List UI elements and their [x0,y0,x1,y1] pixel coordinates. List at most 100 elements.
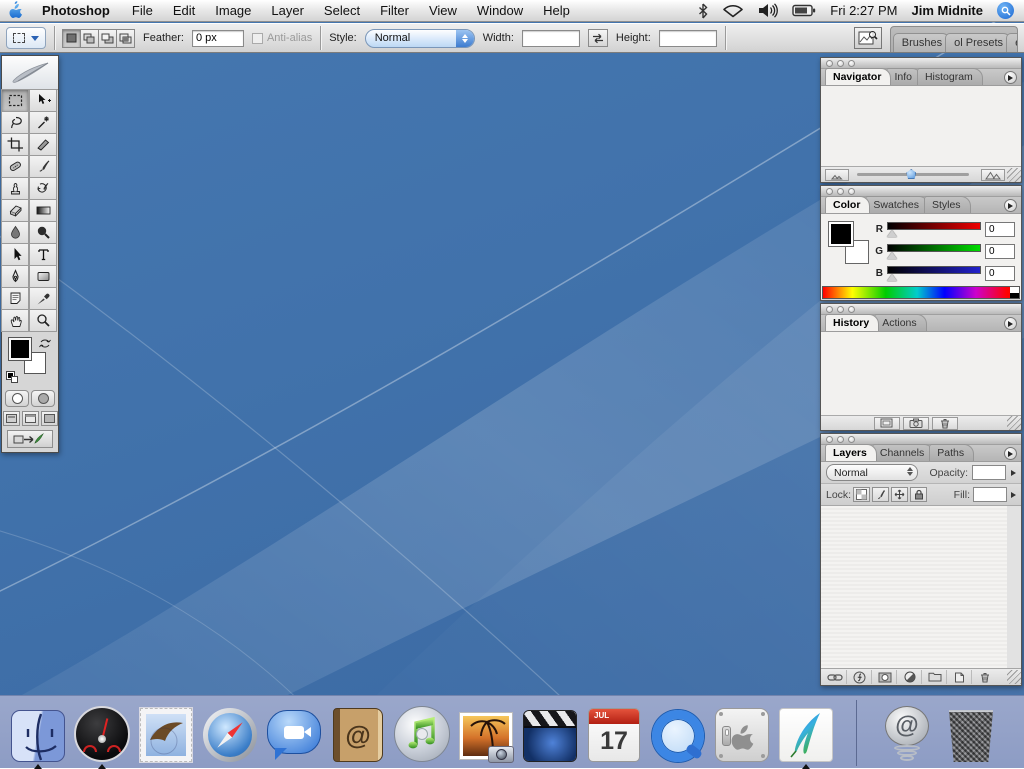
dock-itunes-icon[interactable] [394,706,450,764]
blue-value-input[interactable] [985,266,1015,281]
tool-pen[interactable] [1,265,29,288]
dock-weblocation-icon[interactable]: @ [879,706,935,764]
width-input[interactable] [522,30,580,47]
tab-channels[interactable]: Channels [872,444,934,461]
tool-path-selection[interactable] [1,243,29,266]
adjustment-layer-button[interactable] [898,670,922,684]
tool-crop[interactable] [1,133,29,156]
new-selection-button[interactable] [62,29,81,48]
intersect-selection-button[interactable] [116,29,135,48]
menu-window[interactable]: Window [467,3,533,18]
file-browser-button[interactable] [854,27,882,49]
new-layer-button[interactable] [948,670,972,684]
lock-transparency-button[interactable] [853,487,870,502]
color-spectrum-ramp[interactable] [822,286,1020,299]
tool-dodge[interactable] [29,221,57,244]
bluetooth-icon[interactable] [698,3,708,19]
lock-position-button[interactable] [891,487,908,502]
fill-arrow-icon[interactable] [1011,492,1016,498]
palette-minimize-button[interactable] [837,306,844,313]
red-value-input[interactable] [985,222,1015,237]
menu-select[interactable]: Select [314,3,370,18]
layer-style-button[interactable] [848,670,872,684]
palette-zoom-button[interactable] [848,188,855,195]
color-menu-button[interactable] [1004,199,1017,212]
menubar-clock[interactable]: Fri 2:27 PM [830,3,897,18]
zoom-slider-thumb[interactable] [906,169,916,179]
apple-menu[interactable] [0,1,30,21]
fullscreen-menubar-button[interactable] [22,411,39,426]
swap-colors-button[interactable] [39,337,51,352]
dock-quicktime-icon[interactable] [650,706,706,764]
dock-safari-icon[interactable] [202,706,258,764]
new-group-button[interactable] [923,670,947,684]
tab-swatches[interactable]: Swatches [865,196,929,213]
feather-input[interactable] [192,30,244,47]
spectrum-bw-end[interactable] [1010,287,1019,298]
well-tab-tool-presets[interactable]: ol Presets [945,33,1012,52]
subtract-from-selection-button[interactable] [98,29,117,48]
tool-brush[interactable] [29,155,57,178]
tool-clone-stamp[interactable] [1,177,29,200]
menu-layer[interactable]: Layer [261,3,314,18]
quick-mask-mode-button[interactable] [31,390,55,407]
style-select[interactable]: Normal [365,29,475,48]
dock-dashboard-icon[interactable] [74,706,130,764]
tab-styles[interactable]: Styles [924,196,971,213]
tool-healing-brush[interactable] [1,155,29,178]
resize-grip[interactable] [1007,670,1021,684]
tool-move[interactable] [29,89,57,112]
well-tab-brushes[interactable]: Brushes [893,33,951,52]
history-menu-button[interactable] [1004,317,1017,330]
battery-icon[interactable] [792,4,816,17]
red-slider[interactable] [887,221,981,237]
tool-preset-picker[interactable] [6,27,46,49]
tab-history[interactable]: History [825,314,879,331]
color-foreground-swatch[interactable] [829,222,853,246]
dock-iphoto-icon[interactable] [458,706,514,764]
tab-actions[interactable]: Actions [874,314,926,331]
height-input[interactable] [659,30,717,47]
standard-screen-button[interactable] [3,411,20,426]
palette-minimize-button[interactable] [837,60,844,67]
palette-zoom-button[interactable] [848,60,855,67]
delete-state-button[interactable] [932,417,958,430]
menu-edit[interactable]: Edit [163,3,205,18]
opacity-arrow-icon[interactable] [1011,470,1016,476]
palette-minimize-button[interactable] [837,188,844,195]
fullscreen-button[interactable] [41,411,58,426]
anti-alias-checkbox[interactable] [252,33,263,44]
tool-magic-wand[interactable] [29,111,57,134]
tool-zoom[interactable] [29,309,57,332]
menu-help[interactable]: Help [533,3,580,18]
standard-mode-button[interactable] [5,390,29,407]
dock-photoshop-icon[interactable] [778,706,834,764]
zoom-slider[interactable] [857,173,969,176]
tool-gradient[interactable] [29,199,57,222]
blend-mode-select[interactable]: Normal [826,464,918,481]
add-to-selection-button[interactable] [80,29,99,48]
new-document-from-state-button[interactable] [874,417,900,430]
tool-type[interactable] [29,243,57,266]
dock-addressbook-icon[interactable]: @ [330,706,386,764]
menu-file[interactable]: File [122,3,163,18]
opacity-input[interactable] [972,465,1006,480]
swap-dimensions-button[interactable] [588,29,608,47]
navigator-menu-button[interactable] [1004,71,1017,84]
tab-layers[interactable]: Layers [825,444,877,461]
tool-slice[interactable] [29,133,57,156]
toolbox-drag-header[interactable] [2,56,58,90]
tab-color[interactable]: Color [825,196,870,213]
airport-wifi-icon[interactable] [722,3,744,18]
layers-menu-button[interactable] [1004,447,1017,460]
menu-image[interactable]: Image [205,3,261,18]
tool-notes[interactable] [1,287,29,310]
tool-eyedropper[interactable] [29,287,57,310]
menu-photoshop[interactable]: Photoshop [30,3,122,18]
tool-history-brush[interactable] [29,177,57,200]
delete-layer-button[interactable] [973,670,997,684]
dock-sysprefs-icon[interactable] [714,706,770,764]
well-tab-layer-comps[interactable]: er Comps [1006,33,1018,52]
resize-grip[interactable] [1007,168,1021,182]
link-layers-button[interactable] [823,670,847,684]
